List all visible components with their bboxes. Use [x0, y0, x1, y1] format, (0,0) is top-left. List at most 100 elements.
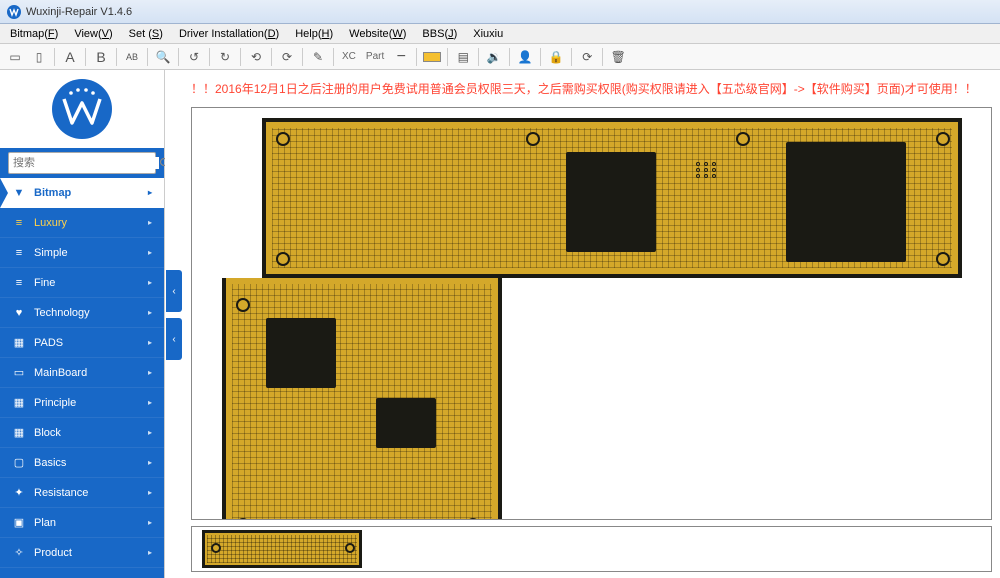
tool-color-swatch[interactable] [421, 46, 443, 68]
menu-bbs[interactable]: BBS(J) [414, 26, 465, 42]
chevron-right-icon: ▸ [148, 458, 152, 467]
sidebar-item-label: MainBoard [34, 367, 87, 379]
sidebar-item-video[interactable]: ▶ Video ▸ [0, 568, 164, 578]
search-box[interactable] [8, 152, 156, 174]
sidebar-item-label: Bitmap [34, 187, 71, 199]
sidebar-item-plan[interactable]: ▣ Plan ▸ [0, 508, 164, 538]
menu-help[interactable]: Help(H) [287, 26, 341, 42]
sidebar-item-pads[interactable]: ▦ PADS ▸ [0, 328, 164, 358]
chevron-right-icon: ▸ [148, 338, 152, 347]
pcb-board-thumb [202, 530, 362, 568]
sidebar-item-label: Plan [34, 517, 56, 529]
square-icon: ▢ [12, 456, 26, 469]
window-titlebar: Wuxinji-Repair V1.4.6 [0, 0, 1000, 24]
menu-xiuxiu[interactable]: Xiuxiu [465, 26, 511, 42]
tool-font-a[interactable]: A [59, 46, 81, 68]
main-area: ▼ Bitmap ▸ ≡ Luxury ▸ ≡ Simple ▸ ≡ Fine … [0, 70, 1000, 578]
tool-layout2-icon[interactable]: ▯ [28, 46, 50, 68]
sidebar-item-label: Luxury [34, 217, 67, 229]
list-icon: ≡ [12, 247, 26, 259]
logo-area [0, 70, 164, 148]
sidebar-item-principle[interactable]: ▦ Principle ▸ [0, 388, 164, 418]
sidebar-item-resistance[interactable]: ✦ Resistance ▸ [0, 478, 164, 508]
tool-refresh2-icon[interactable]: ⟳ [276, 46, 298, 68]
menu-view[interactable]: View(V) [66, 26, 120, 42]
tool-part-label[interactable]: Part [362, 51, 388, 62]
grid-icon: ▦ [12, 426, 26, 439]
content-area: ‹ ‹ ！！2016年12月1日之后注册的用户免费试用普通会员权限三天，之后需购… [165, 70, 1000, 578]
tool-xc-label[interactable]: XC [338, 51, 360, 62]
search-row [0, 148, 164, 178]
chevron-right-icon: ▸ [148, 398, 152, 407]
sidebar-item-simple[interactable]: ≡ Simple ▸ [0, 238, 164, 268]
search-input[interactable] [9, 157, 159, 169]
notice-banner: ！！2016年12月1日之后注册的用户免费试用普通会员权限三天，之后需购买权限(… [191, 76, 992, 101]
grid-icon: ▦ [12, 396, 26, 409]
tool-pencil-icon[interactable]: ✎ [307, 46, 329, 68]
collapse-tab-1[interactable]: ‹ [166, 270, 182, 312]
sidebar-item-label: Technology [34, 307, 90, 319]
tool-minus-icon[interactable]: − [390, 46, 412, 68]
menu-website[interactable]: Website(W) [341, 26, 414, 42]
sidebar-item-label: PADS [34, 337, 63, 349]
collapse-tabs: ‹ ‹ [165, 70, 183, 578]
sidebar-item-label: Basics [34, 457, 66, 469]
sidebar-item-label: Principle [34, 397, 76, 409]
board-icon: ▭ [12, 366, 26, 379]
sidebar-item-bitmap[interactable]: ▼ Bitmap ▸ [0, 178, 164, 208]
chevron-right-icon: ▸ [148, 278, 152, 287]
sidebar-item-luxury[interactable]: ≡ Luxury ▸ [0, 208, 164, 238]
chevron-right-icon: ▸ [148, 488, 152, 497]
sidebar: ▼ Bitmap ▸ ≡ Luxury ▸ ≡ Simple ▸ ≡ Fine … [0, 70, 165, 578]
sidebar-item-label: Product [34, 547, 72, 559]
tool-ab[interactable]: AB [121, 46, 143, 68]
tool-zoom-icon[interactable]: 🔍 [152, 46, 174, 68]
sidebar-nav: ▼ Bitmap ▸ ≡ Luxury ▸ ≡ Simple ▸ ≡ Fine … [0, 178, 164, 578]
menu-driver-installation[interactable]: Driver Installation(D) [171, 26, 287, 42]
toolbar: ▭ ▯ A B AB 🔍 ↺ ↻ ⟲ ⟳ ✎ XC Part − ▤ 🔉 👤 🔒… [0, 44, 1000, 70]
tool-font-b[interactable]: B [90, 46, 112, 68]
chevron-right-icon: ▸ [148, 428, 152, 437]
sidebar-item-label: Simple [34, 247, 68, 259]
heart-icon: ♥ [12, 307, 26, 319]
sidebar-item-block[interactable]: ▦ Block ▸ [0, 418, 164, 448]
chevron-right-icon: ▸ [148, 218, 152, 227]
tool-speaker-icon[interactable]: 🔉 [483, 46, 505, 68]
tool-flag-icon[interactable]: ▤ [452, 46, 474, 68]
pcb-canvas-main[interactable] [191, 107, 992, 520]
list-icon: ≡ [12, 217, 26, 229]
sidebar-item-mainboard[interactable]: ▭ MainBoard ▸ [0, 358, 164, 388]
collapse-tab-2[interactable]: ‹ [166, 318, 182, 360]
pcb-canvas-secondary[interactable] [191, 526, 992, 572]
tool-refresh1-icon[interactable]: ⟲ [245, 46, 267, 68]
tool-trash-icon[interactable]: 🗑 [607, 46, 629, 68]
logo-icon [52, 79, 112, 139]
tool-person-icon[interactable]: 👤 [514, 46, 536, 68]
sidebar-item-product[interactable]: ✧ Product ▸ [0, 538, 164, 568]
grid-icon: ▦ [12, 336, 26, 349]
tag-icon: ▼ [12, 187, 26, 199]
sidebar-item-fine[interactable]: ≡ Fine ▸ [0, 268, 164, 298]
chevron-right-icon: ▸ [148, 248, 152, 257]
sidebar-item-label: Block [34, 427, 61, 439]
menu-bitmap[interactable]: Bitmap(F) [2, 26, 66, 42]
menu-set[interactable]: Set (S) [121, 26, 171, 42]
app-icon [6, 4, 22, 20]
sidebar-item-basics[interactable]: ▢ Basics ▸ [0, 448, 164, 478]
tool-rotate-cw-icon[interactable]: ↻ [214, 46, 236, 68]
sidebar-item-label: Resistance [34, 487, 88, 499]
tool-lock-icon[interactable]: 🔒 [545, 46, 567, 68]
sidebar-item-technology[interactable]: ♥ Technology ▸ [0, 298, 164, 328]
tool-refresh3-icon[interactable]: ⟳ [576, 46, 598, 68]
product-icon: ✧ [12, 546, 26, 559]
window-title: Wuxinji-Repair V1.4.6 [26, 6, 132, 18]
menubar: Bitmap(F) View(V) Set (S) Driver Install… [0, 24, 1000, 44]
star-icon: ✦ [12, 486, 26, 499]
chevron-right-icon: ▸ [148, 308, 152, 317]
tool-rotate-ccw-icon[interactable]: ↺ [183, 46, 205, 68]
chevron-right-icon: ▸ [148, 548, 152, 557]
chevron-right-icon: ▸ [148, 368, 152, 377]
tool-layout1-icon[interactable]: ▭ [4, 46, 26, 68]
sidebar-item-label: Fine [34, 277, 55, 289]
pcb-board-image [222, 118, 962, 520]
